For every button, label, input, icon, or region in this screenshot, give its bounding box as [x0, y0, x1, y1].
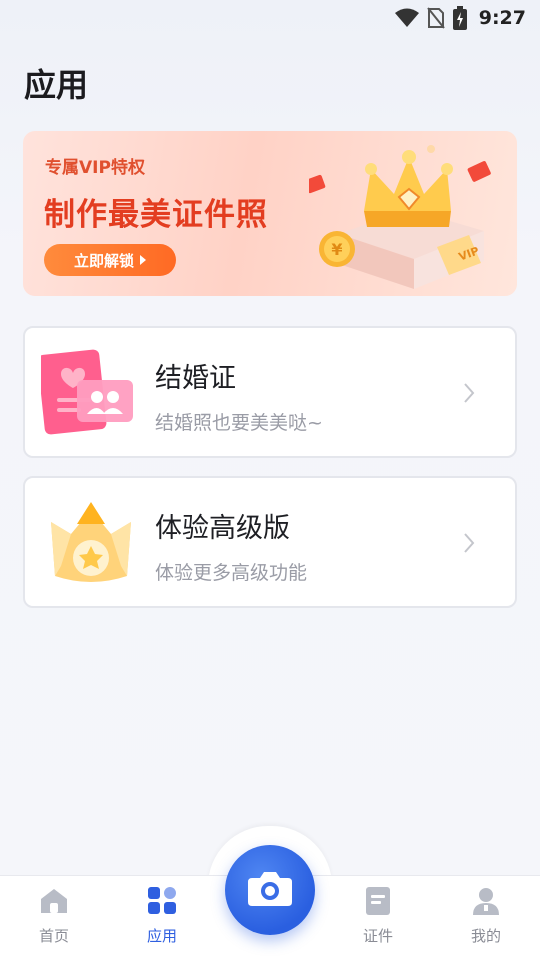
document-icon	[363, 887, 393, 919]
coin-text: ¥	[331, 240, 342, 259]
tab-label: 应用	[146, 927, 177, 945]
crown-gift-illustration: ¥ VIP	[304, 139, 509, 293]
page-title: 应用	[24, 66, 89, 104]
wifi-icon	[394, 8, 419, 28]
apps-grid-icon	[147, 887, 177, 919]
card-title: 结婚证	[155, 363, 236, 394]
crown-star-icon	[41, 496, 141, 592]
card-description: 体验更多高级功能	[155, 562, 308, 584]
status-bar: 9:27	[0, 0, 540, 36]
marriage-certificate-icon	[37, 346, 141, 442]
tab-documents[interactable]: 证件	[338, 887, 418, 946]
tab-label: 证件	[362, 927, 393, 945]
tab-apps[interactable]: 应用	[122, 887, 202, 946]
marriage-certificate-card[interactable]: 结婚证 结婚照也要美美哒~	[23, 326, 517, 458]
banner-title: 制作最美证件照	[44, 197, 268, 233]
tab-label: 我的	[470, 927, 501, 945]
chevron-right-icon	[463, 382, 475, 408]
camera-icon	[248, 870, 292, 910]
camera-button[interactable]	[225, 845, 315, 935]
premium-trial-card[interactable]: 体验高级版 体验更多高级功能	[23, 476, 517, 608]
user-icon	[471, 887, 501, 919]
play-arrow-icon	[140, 255, 146, 265]
no-sim-icon	[426, 7, 445, 29]
card-title: 体验高级版	[155, 513, 290, 544]
screen: 9:27 应用 专属VIP特权 制作最美证件照 立即解锁 ¥ VIP 结婚证 结…	[0, 0, 540, 960]
battery-charging-icon	[452, 6, 467, 30]
banner-subtitle: 专属VIP特权	[45, 158, 145, 178]
unlock-button[interactable]: 立即解锁	[44, 244, 176, 276]
card-description: 结婚照也要美美哒~	[155, 412, 323, 434]
status-time: 9:27	[478, 7, 526, 29]
tab-label: 首页	[38, 927, 69, 945]
tab-profile[interactable]: 我的	[446, 887, 526, 946]
home-icon	[39, 887, 69, 919]
chevron-right-icon	[463, 532, 475, 558]
unlock-button-label: 立即解锁	[73, 251, 134, 270]
tab-home[interactable]: 首页	[14, 887, 94, 946]
vip-banner[interactable]: 专属VIP特权 制作最美证件照 立即解锁 ¥ VIP	[23, 131, 517, 296]
